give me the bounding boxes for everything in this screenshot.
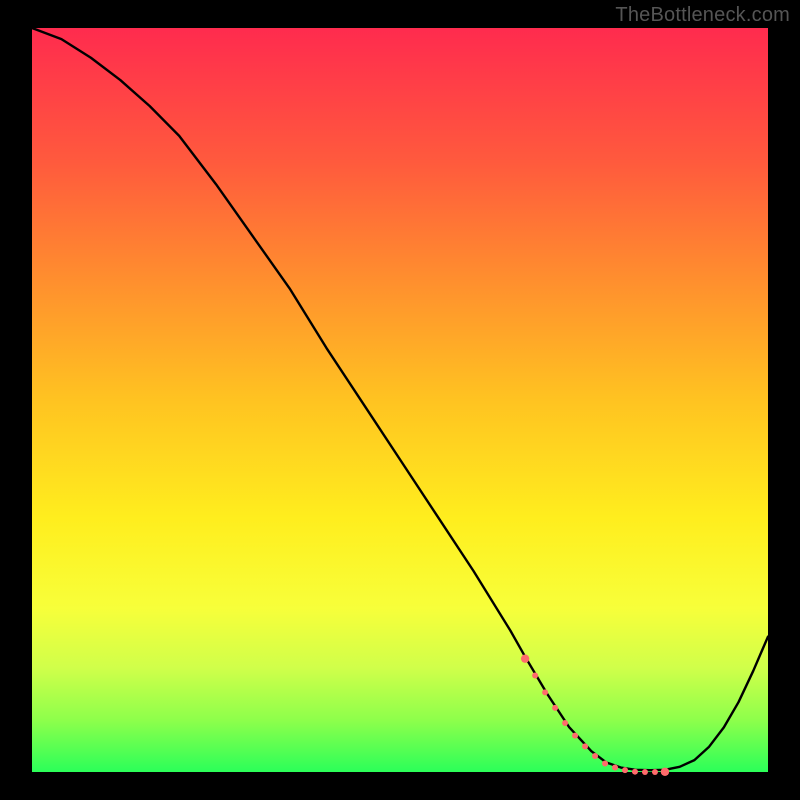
chart-plot-area [32, 28, 768, 772]
valley-band [521, 654, 669, 775]
bottleneck-curve [32, 28, 768, 770]
watermark-text: TheBottleneck.com [615, 4, 790, 27]
chart-svg [32, 28, 768, 772]
